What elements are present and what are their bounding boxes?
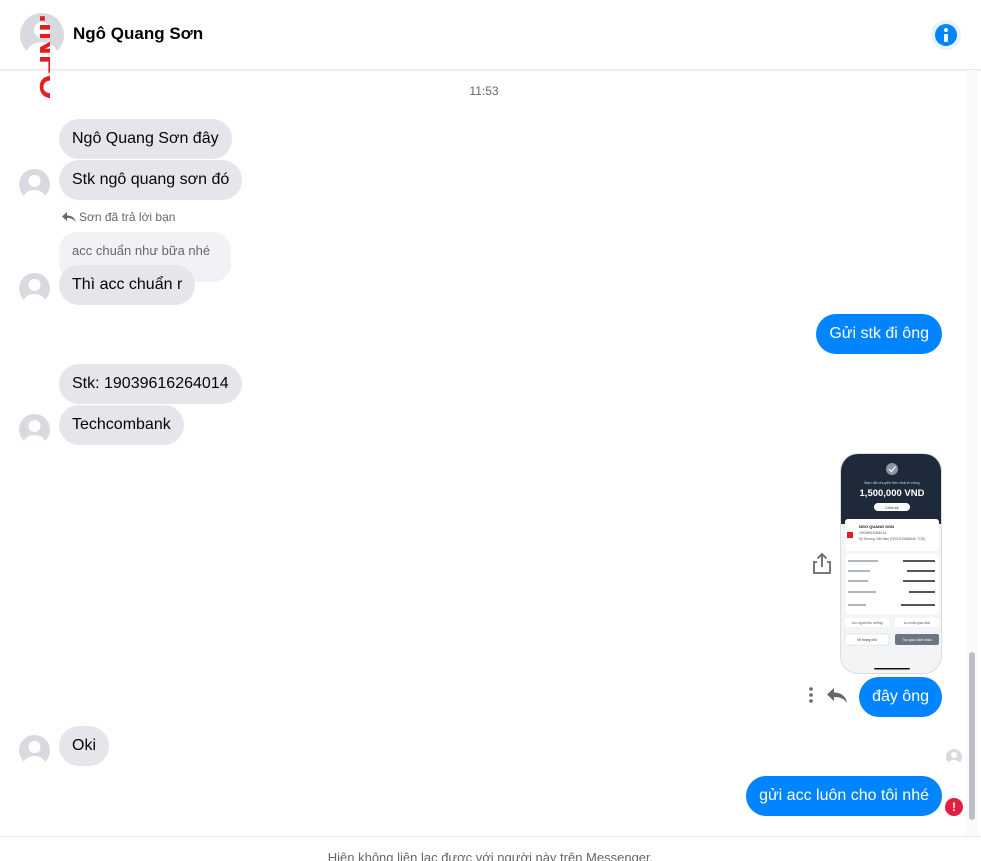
sender-avatar[interactable] — [19, 735, 50, 766]
svg-text:Chia sẻ: Chia sẻ — [885, 505, 899, 510]
svg-text:Bạn đã chuyển tiền thành công: Bạn đã chuyển tiền thành công — [864, 480, 919, 485]
message-bubble-incoming[interactable]: Techcombank — [59, 405, 184, 445]
svg-text:Lưu mẫu giao dịch: Lưu mẫu giao dịch — [904, 620, 931, 625]
reply-indicator-text: Sơn đã trả lời bạn — [79, 210, 176, 224]
message-bubble-outgoing[interactable]: Gửi stk đi ông — [816, 314, 942, 354]
message-bubble-incoming[interactable]: Stk ngô quang sơn đó — [59, 160, 243, 200]
composer-unavailable-bar: Hiện không liên lạc được với người này t… — [0, 836, 981, 861]
svg-text:Tạo giao dịch khác: Tạo giao dịch khác — [902, 638, 932, 642]
watermark: .INFO — [10, 10, 69, 120]
reply-icon[interactable] — [826, 686, 848, 704]
message-bubble-incoming[interactable]: Ngô Quang Sơn đây — [59, 119, 232, 159]
message-timestamp: 11:53 — [469, 84, 499, 98]
svg-text:NGO QUANG SON: NGO QUANG SON — [859, 524, 894, 529]
image-attachment[interactable]: Bạn đã chuyển tiền thành công 1,500,000 … — [840, 453, 942, 674]
conversation-info-button[interactable] — [931, 20, 961, 50]
message-bubble-outgoing[interactable]: gửi acc luôn cho tôi nhé — [746, 776, 942, 816]
svg-text:Kỹ Thương Việt Nam (TECHCOMBAN: Kỹ Thương Việt Nam (TECHCOMBANK, TCB) — [859, 537, 925, 541]
info-icon — [935, 24, 957, 46]
sender-avatar[interactable] — [19, 169, 50, 200]
svg-text:1,500,000 VND: 1,500,000 VND — [860, 488, 925, 499]
svg-text:Lưu người thụ hưởng: Lưu người thụ hưởng — [852, 621, 883, 625]
unavailable-notice: Hiện không liên lạc được với người này t… — [327, 850, 654, 861]
reply-arrow-icon — [62, 212, 76, 223]
message-bubble-outgoing[interactable]: đây ông — [859, 677, 942, 717]
message-bubble-incoming[interactable]: Thì acc chuẩn r — [59, 265, 196, 305]
conversation-header: Ngô Quang Sơn — [0, 0, 981, 70]
message-bubble-incoming[interactable]: Stk: 19039616264014 — [59, 364, 242, 404]
svg-text:Về trang chủ: Về trang chủ — [857, 638, 877, 642]
sender-avatar[interactable] — [19, 273, 50, 304]
messenger-window: Ngô Quang Sơn .INFO 11:53 Ngô Quang Sơn … — [0, 0, 981, 861]
message-bubble-incoming[interactable]: Oki — [59, 726, 109, 766]
scrollbar-thumb[interactable] — [969, 652, 975, 820]
contact-name[interactable]: Ngô Quang Sơn — [73, 24, 203, 44]
more-options-icon[interactable] — [805, 685, 817, 705]
send-failed-icon[interactable]: ! — [945, 798, 963, 816]
reply-indicator: Sơn đã trả lời bạn — [62, 210, 175, 224]
transfer-receipt-image: Bạn đã chuyển tiền thành công 1,500,000 … — [841, 454, 941, 673]
sender-avatar[interactable] — [19, 414, 50, 445]
svg-text:19039616264014: 19039616264014 — [859, 531, 886, 535]
seen-indicator-avatar — [946, 749, 962, 765]
share-icon[interactable] — [811, 552, 833, 576]
